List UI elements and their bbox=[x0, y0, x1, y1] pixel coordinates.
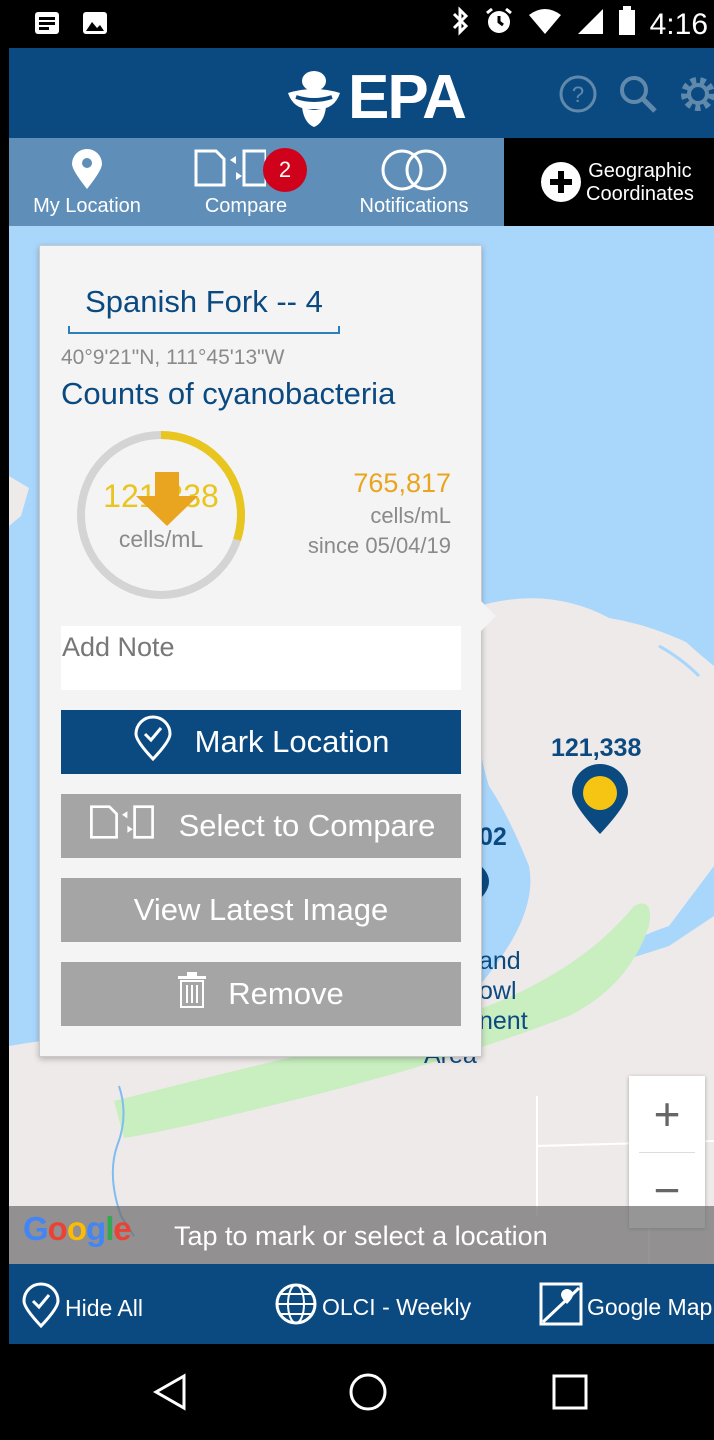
geo-label-line2: Coordinates bbox=[586, 183, 694, 205]
bottom-bar: Hide All OLCI - Weekly Google Map bbox=[9, 1264, 714, 1344]
geo-label-line1: Geographic bbox=[588, 160, 692, 182]
select-to-compare-button[interactable]: Select to Compare bbox=[61, 794, 461, 858]
map-area-line: nent bbox=[479, 1007, 528, 1035]
signal-icon bbox=[576, 7, 604, 43]
home-icon[interactable] bbox=[348, 1372, 388, 1417]
compare-badge: 2 bbox=[263, 148, 307, 192]
location-name[interactable]: Spanish Fork -- 4 bbox=[68, 284, 340, 334]
status-bar: 4:16 bbox=[0, 0, 714, 48]
marker-value-label-partial: 02 bbox=[479, 823, 507, 851]
status-time: 4:16 bbox=[649, 8, 708, 41]
tab-label: Compare bbox=[204, 195, 288, 217]
metric-heading: Counts of cyanobacteria bbox=[61, 376, 396, 411]
epa-logo: EPA bbox=[284, 62, 467, 133]
logo-text: EPA bbox=[348, 63, 467, 132]
basemap-label: Google Map bbox=[587, 1293, 713, 1320]
app-bar: EPA ? bbox=[9, 48, 714, 138]
hide-all-button[interactable]: Hide All bbox=[21, 1282, 143, 1334]
count-change: 765,817 cells/mL since 05/04/19 bbox=[135, 468, 451, 559]
alarm-icon bbox=[484, 6, 514, 44]
battery-icon bbox=[618, 6, 636, 44]
layer-button[interactable]: OLCI - Weekly bbox=[274, 1282, 471, 1332]
svg-text:?: ? bbox=[572, 82, 584, 107]
hint-bar: Google Tap to mark or select a location bbox=[9, 1206, 714, 1264]
image-icon bbox=[82, 10, 108, 41]
news-icon bbox=[34, 10, 60, 41]
map-area-label: and owl nent Area bbox=[424, 946, 528, 1069]
wifi-icon bbox=[528, 7, 562, 43]
location-popup: Spanish Fork -- 4 40°9'21"N, 111°45'13"W… bbox=[39, 245, 482, 1057]
rings-icon bbox=[377, 148, 451, 198]
hint-text: Tap to mark or select a location bbox=[174, 1221, 548, 1251]
tab-label: My Location bbox=[33, 195, 141, 217]
compare-icon bbox=[87, 804, 157, 848]
trash-icon bbox=[178, 972, 207, 1016]
location-pin-icon bbox=[70, 148, 104, 196]
change-since: since 05/04/19 bbox=[307, 533, 451, 558]
mark-location-button[interactable]: Mark Location bbox=[61, 710, 461, 774]
basemap-button[interactable]: Google Map bbox=[539, 1282, 712, 1332]
tab-bar: My Location 2 Compare Notifications Geog… bbox=[9, 138, 714, 226]
gear-icon[interactable] bbox=[678, 74, 714, 119]
add-note-field[interactable]: Add Note bbox=[61, 626, 461, 690]
check-pin-icon bbox=[133, 715, 173, 769]
remove-button[interactable]: Remove bbox=[61, 962, 461, 1026]
map-area-line: and bbox=[479, 947, 521, 975]
map-image-icon bbox=[539, 1282, 583, 1332]
map-marker-yellow[interactable] bbox=[569, 764, 631, 836]
check-pin-icon bbox=[21, 1282, 61, 1334]
popup-pointer bbox=[480, 600, 496, 632]
remove-label: Remove bbox=[228, 976, 344, 1011]
hide-all-label: Hide All bbox=[65, 1294, 143, 1321]
recents-icon[interactable] bbox=[550, 1372, 590, 1417]
bluetooth-icon bbox=[450, 6, 470, 44]
select-to-compare-label: Select to Compare bbox=[178, 808, 436, 843]
help-icon[interactable]: ? bbox=[558, 74, 598, 119]
google-logo: Google bbox=[23, 1210, 132, 1247]
zoom-divider bbox=[639, 1152, 695, 1153]
tab-compare[interactable]: 2 Compare bbox=[186, 138, 307, 226]
arrow-down-icon bbox=[135, 472, 198, 531]
change-value: 765,817 bbox=[353, 468, 451, 498]
location-coordinates: 40°9'21"N, 111°45'13"W bbox=[61, 346, 285, 369]
mark-location-label: Mark Location bbox=[194, 724, 390, 759]
tab-notifications[interactable]: Notifications bbox=[349, 138, 479, 226]
marker-value-label: 121,338 bbox=[551, 734, 642, 762]
globe-icon bbox=[274, 1282, 318, 1332]
view-latest-image-label: View Latest Image bbox=[133, 892, 389, 927]
search-icon[interactable] bbox=[618, 74, 658, 119]
map-area-line: owl bbox=[479, 977, 517, 1005]
add-circle-icon bbox=[540, 161, 582, 208]
change-unit: cells/mL bbox=[370, 503, 451, 528]
zoom-in-button[interactable]: + bbox=[629, 1076, 705, 1152]
tab-my-location[interactable]: My Location bbox=[17, 138, 157, 226]
epa-flower-icon bbox=[288, 70, 340, 127]
geographic-coordinates-button[interactable]: Geographic Coordinates bbox=[504, 138, 714, 226]
tab-label: Notifications bbox=[359, 195, 469, 217]
layer-label: OLCI - Weekly bbox=[322, 1293, 472, 1320]
compare-icon bbox=[194, 148, 268, 194]
back-icon[interactable] bbox=[150, 1372, 190, 1417]
system-nav-bar bbox=[0, 1344, 714, 1440]
view-latest-image-button[interactable]: View Latest Image bbox=[61, 878, 461, 942]
